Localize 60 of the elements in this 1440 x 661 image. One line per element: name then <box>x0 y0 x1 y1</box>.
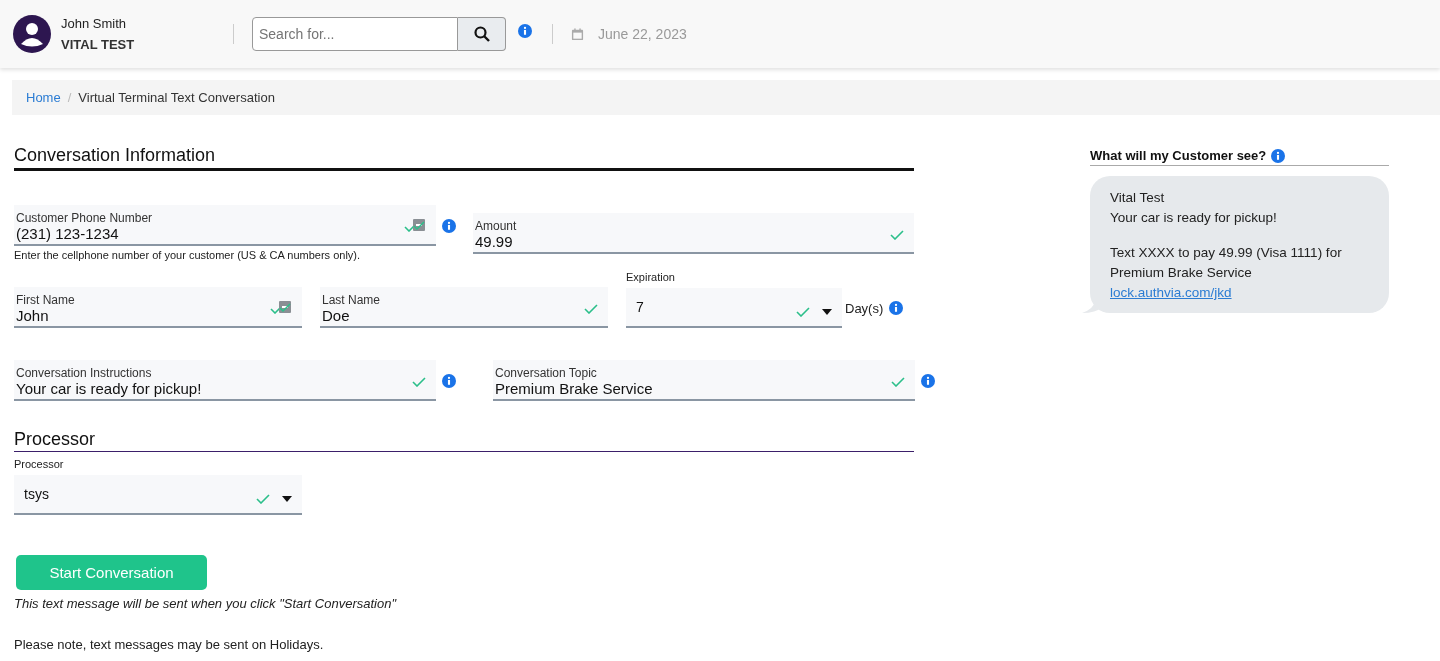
processor-select[interactable]: tsys <box>14 475 302 515</box>
text-field[interactable]: First Name John <box>14 287 302 328</box>
check-icon <box>412 377 426 387</box>
text-field[interactable]: Conversation Instructions Your car is ready for pickup! <box>14 360 436 401</box>
info-icon[interactable] <box>442 218 456 233</box>
field-label: Conversation Topic <box>495 366 597 380</box>
message-line: Your car is ready for pickup! <box>1110 209 1278 227</box>
info-icon[interactable] <box>921 373 935 388</box>
field-value: Doe <box>322 307 350 324</box>
date-text: June 22, 2023 <box>598 26 687 42</box>
info-icon[interactable] <box>518 24 532 38</box>
user-name: John Smith <box>61 16 128 31</box>
check-icon <box>891 377 905 387</box>
message-text: Text XXXX to pay 49.99 (Visa 1111) for Premium Brake Service <box>1110 244 1343 282</box>
breadcrumb-separator: / <box>67 90 72 105</box>
field-label: Expiration <box>626 271 676 283</box>
breadcrumb-link[interactable]: Home <box>26 90 61 105</box>
text-field[interactable]: Conversation Topic Premium Brake Service <box>493 360 915 401</box>
field-value: 49.99 <box>475 232 513 250</box>
search-button[interactable] <box>458 17 506 51</box>
search-field[interactable]: Search for... <box>252 17 458 51</box>
text-field[interactable]: Amount 49.99 <box>473 212 914 254</box>
check-icon <box>890 229 904 240</box>
section-title: Conversation Information <box>14 145 914 171</box>
message-line: Vital Test <box>1110 189 1166 207</box>
field-value: John <box>16 307 49 324</box>
check-icon <box>584 304 598 314</box>
field-value: (231) 123-1234 <box>16 225 119 242</box>
holiday-note: Please note, text messages may be sent on Holidays. <box>14 637 324 652</box>
field-label: Amount <box>475 218 517 233</box>
expiration-select[interactable]: 7 <box>626 288 842 328</box>
field-label: First Name <box>16 293 75 307</box>
unit-label: Day(s) <box>845 300 884 316</box>
section-title: Processor <box>14 429 914 452</box>
check-icon <box>256 494 270 504</box>
contact-card-icon[interactable] <box>278 300 292 314</box>
check-icon <box>796 307 810 317</box>
avatar-icon[interactable] <box>13 15 51 53</box>
payment-link[interactable]: lock.authvia.com/jkd <box>1110 283 1369 303</box>
field-label: Last Name <box>322 293 381 307</box>
field-hint: Enter the cellphone number of your customer (US & CA numbers only). <box>14 249 362 261</box>
dropdown-caret-icon <box>822 309 832 315</box>
info-icon[interactable] <box>1271 148 1286 163</box>
field-value: Your car is ready for pickup! <box>16 380 202 397</box>
field-label: Conversation Instructions <box>16 366 152 380</box>
field-label: Processor <box>14 458 64 470</box>
send-note: This text message will be sent when you click "Start Conversation" <box>14 596 397 611</box>
info-icon[interactable] <box>889 301 904 315</box>
company-name: VITAL TEST <box>61 37 136 52</box>
search-icon <box>473 26 490 42</box>
text-field[interactable]: Customer Phone Number (231) 123-1234 <box>14 205 436 246</box>
dropdown-caret-icon <box>282 496 292 502</box>
field-value: Premium Brake Service <box>495 380 653 397</box>
breadcrumb-current: Virtual Terminal Text Conversation <box>78 90 275 105</box>
text-field[interactable]: Last Name Doe <box>320 287 608 328</box>
contact-card-icon[interactable] <box>412 218 426 232</box>
preview-title: What will my Customer see? <box>1090 148 1267 163</box>
field-label: Customer Phone Number <box>16 211 153 225</box>
info-icon[interactable] <box>442 373 456 388</box>
calendar-icon <box>571 27 584 41</box>
